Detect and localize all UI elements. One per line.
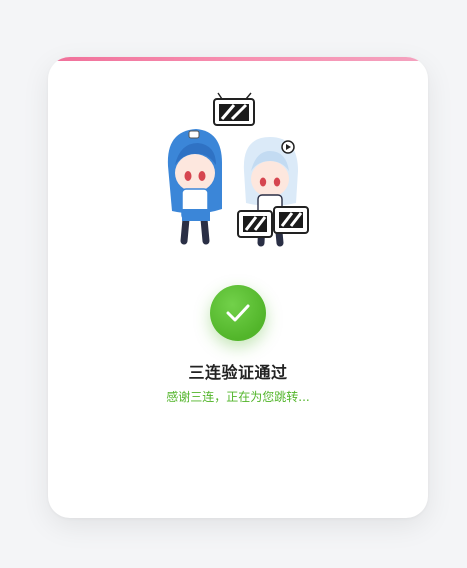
- redirect-message: 感谢三连，正在为您跳转...: [166, 390, 310, 404]
- success-badge: [210, 285, 266, 341]
- tv-icon-held: [237, 206, 309, 238]
- card-accent-bar: [48, 57, 428, 61]
- left-character: [167, 129, 222, 245]
- verification-card: 三连验证通过 感谢三连，正在为您跳转...: [48, 57, 428, 518]
- check-icon: [226, 304, 250, 322]
- tv-icon-top: [213, 92, 255, 126]
- mascot-illustration: [158, 91, 318, 261]
- success-title: 三连验证通过: [188, 363, 288, 382]
